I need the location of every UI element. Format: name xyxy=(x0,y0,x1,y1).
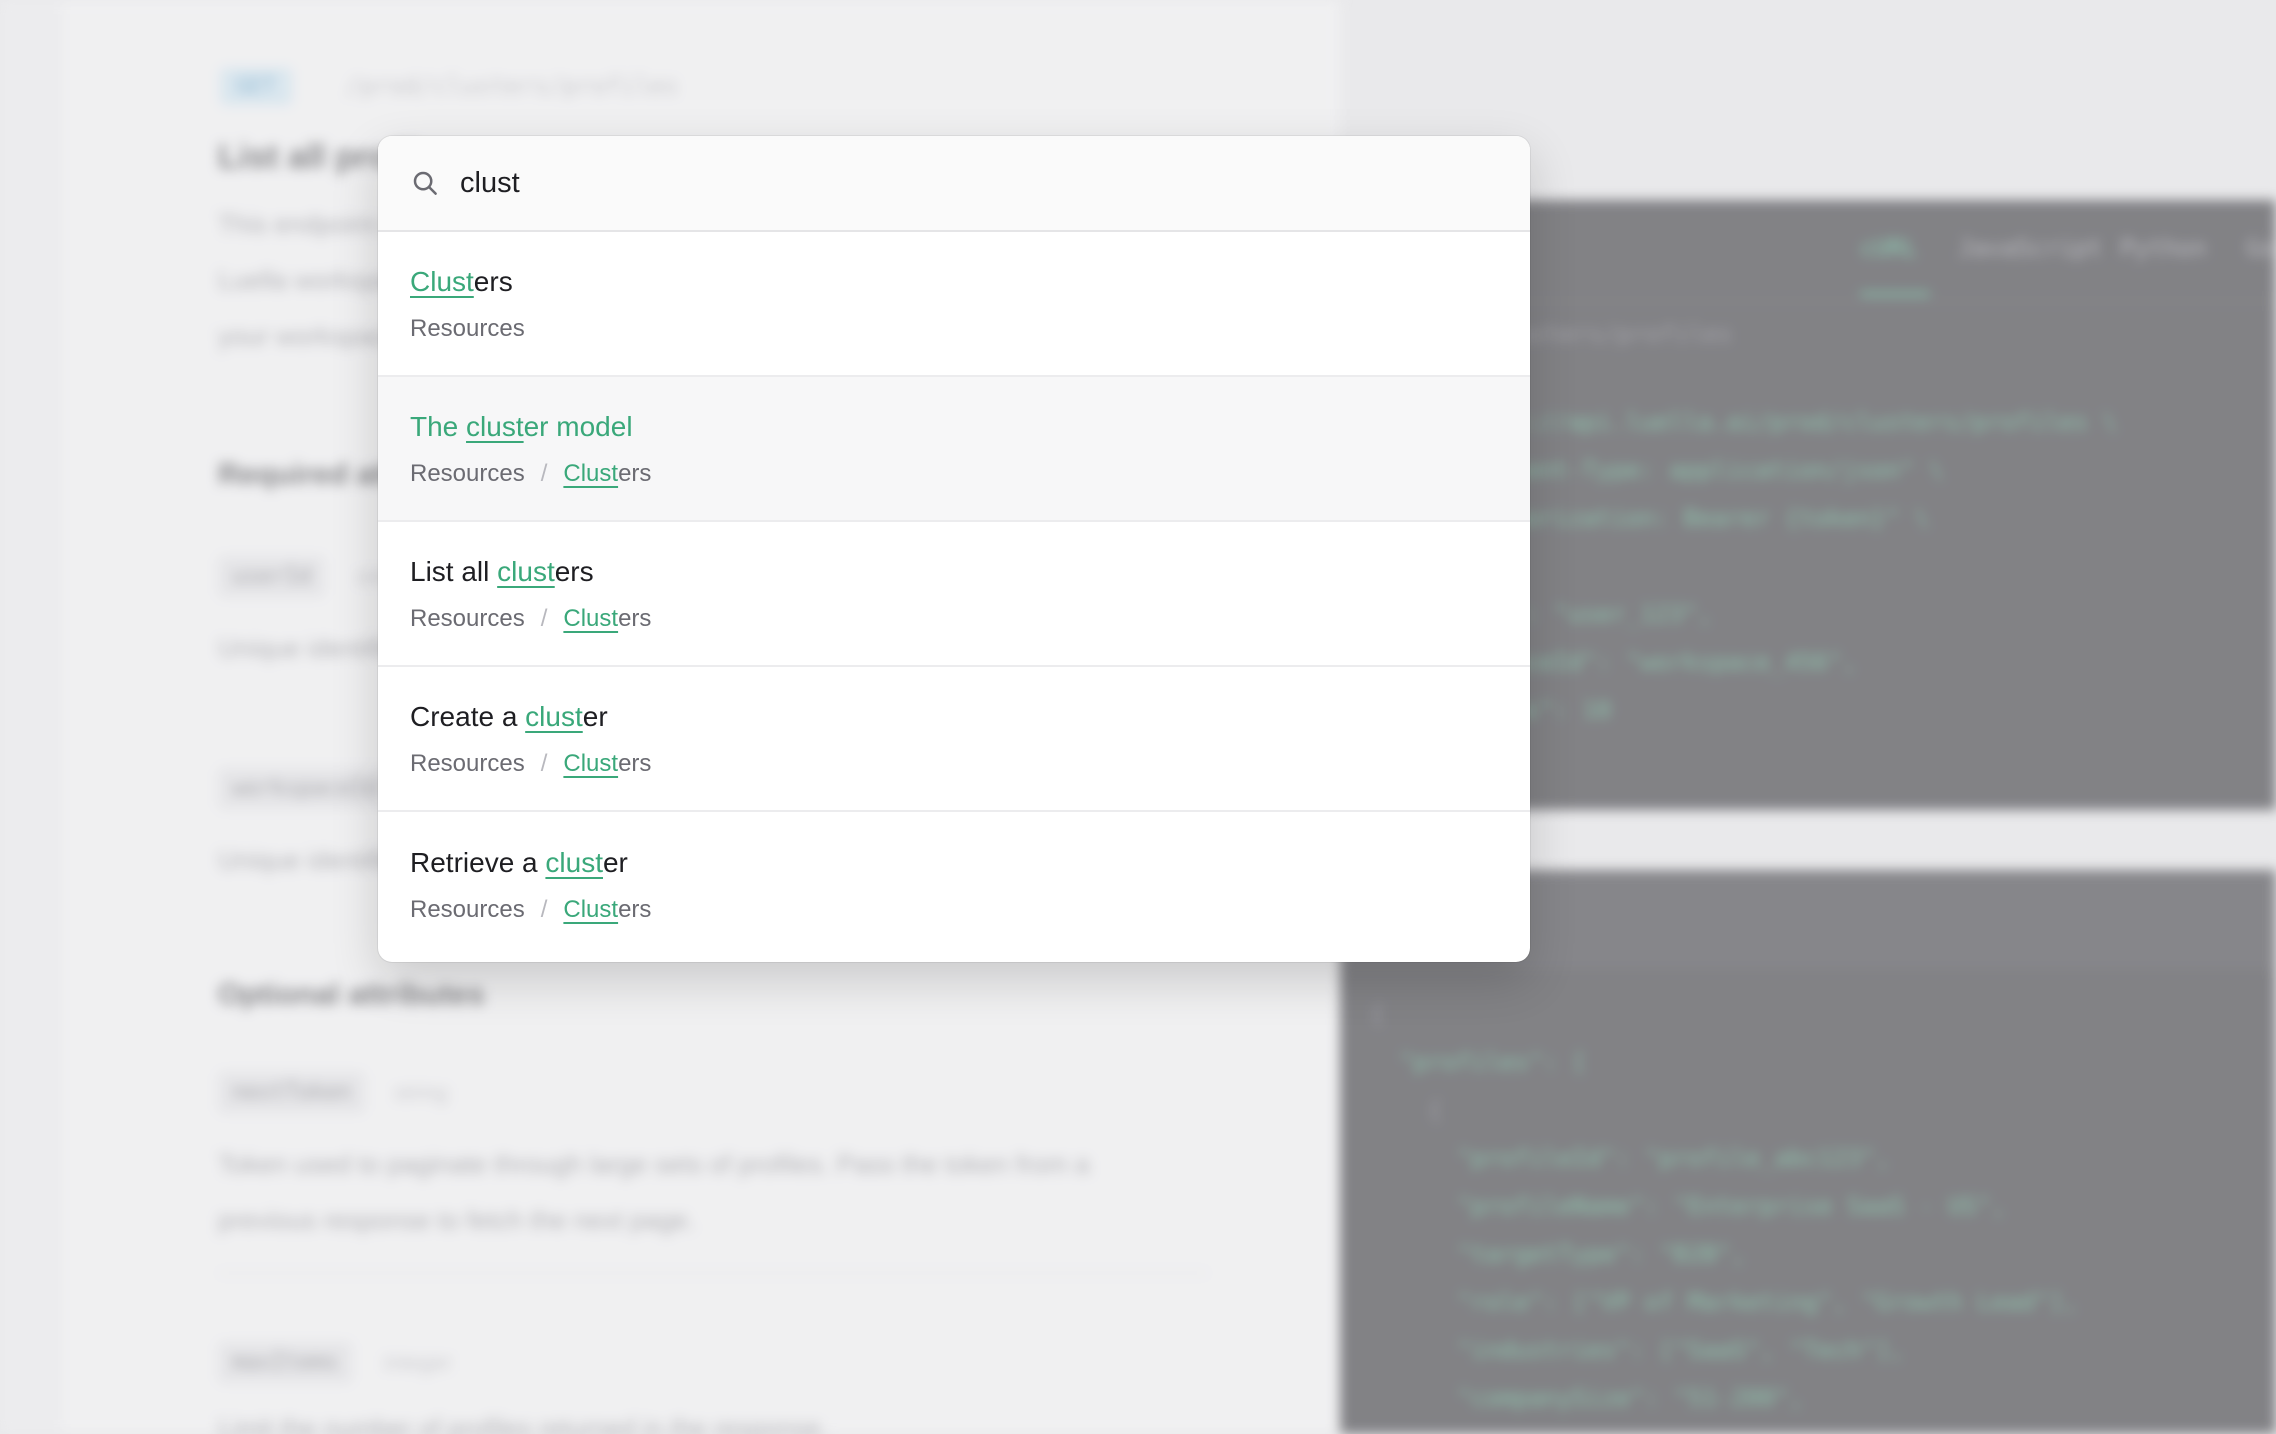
title-text: List all xyxy=(410,555,498,587)
breadcrumb-separator: / xyxy=(540,749,548,777)
result-title: Retrieve a cluster xyxy=(410,845,1498,881)
attr-name: workspaceId xyxy=(218,768,392,809)
match-highlight: clust xyxy=(466,410,524,442)
code-line: "industries": ["SaaS", "Tech"], xyxy=(1370,1336,1905,1364)
breadcrumb-root: Resources xyxy=(410,604,525,632)
search-bar xyxy=(378,136,1530,232)
code-line: "companySize": "51-200", xyxy=(1370,1384,1804,1412)
match-highlight: clust xyxy=(525,700,583,732)
breadcrumb-root: Resources xyxy=(410,896,525,923)
attr-desc: Limit the number of profiles returned in… xyxy=(218,1413,828,1434)
attr-type: integer xyxy=(384,1350,452,1375)
attr-name: maxItems xyxy=(218,1342,352,1383)
result-title: The cluster model xyxy=(410,409,1498,445)
result-title: List all clusters xyxy=(410,554,1498,590)
breadcrumb-root: Resources xyxy=(410,459,525,487)
tab-python[interactable]: Python xyxy=(2120,234,2207,262)
sidebar-rail xyxy=(0,0,62,1434)
attr-type: string xyxy=(394,1080,448,1105)
breadcrumb-separator: / xyxy=(540,604,548,632)
breadcrumb-section: Clusters xyxy=(563,895,651,925)
tab-javascript[interactable]: JavaScript xyxy=(1958,234,2103,262)
breadcrumb-root: Resources xyxy=(410,314,525,342)
title-text: Retrieve a xyxy=(410,847,546,878)
optional-heading: Optional attributes xyxy=(218,978,485,1011)
title-text: er xyxy=(602,847,628,878)
breadcrumb: Resources / Clusters xyxy=(410,895,1498,925)
breadcrumb-root: Resources xyxy=(410,749,525,777)
breadcrumb-separator: / xyxy=(540,896,548,923)
method-badge: GET xyxy=(220,68,292,105)
code-line: "profiles": [ xyxy=(1370,1048,1587,1076)
breadcrumb: Resources xyxy=(410,314,1498,344)
title-text: ers xyxy=(554,555,594,587)
title-text: er model xyxy=(523,410,633,442)
attr-name: userId xyxy=(218,556,326,597)
search-dialog: Clusters Resources The cluster model Res… xyxy=(378,136,1530,962)
breadcrumb-text: ers xyxy=(618,749,652,777)
code-line: "targetType": "B2B", xyxy=(1370,1240,1746,1268)
breadcrumb-text: ers xyxy=(618,896,652,923)
search-result-clusters[interactable]: Clusters Resources xyxy=(378,232,1530,377)
code-line: "role": ["VP of Marketing", "Growth Lead… xyxy=(1370,1288,2079,1316)
search-icon xyxy=(410,168,440,198)
attr-desc: previous response to fetch the next page… xyxy=(218,1205,695,1235)
match-highlight: clust xyxy=(497,555,555,587)
endpoint-path: /prod/clusters/profiles xyxy=(346,72,679,100)
match-highlight: Clust xyxy=(563,604,619,632)
breadcrumb-text: ers xyxy=(618,459,652,487)
search-result-retrieve-cluster[interactable]: Retrieve a cluster Resources / Clusters xyxy=(378,812,1530,958)
title-text: ers xyxy=(473,265,513,297)
search-result-list-clusters[interactable]: List all clusters Resources / Clusters xyxy=(378,522,1530,667)
match-highlight: clust xyxy=(545,847,603,878)
code-line: { xyxy=(1370,1000,1385,1028)
tab-go[interactable]: Go xyxy=(2246,234,2275,262)
breadcrumb: Resources / Clusters xyxy=(410,749,1498,779)
search-result-create-cluster[interactable]: Create a cluster Resources / Clusters xyxy=(378,667,1530,812)
match-highlight: Clust xyxy=(563,459,619,487)
breadcrumb: Resources / Clusters xyxy=(410,459,1498,489)
title-text: Create a xyxy=(410,700,526,732)
breadcrumb-section: Clusters xyxy=(563,749,651,779)
result-title: Create a cluster xyxy=(410,699,1498,735)
search-input[interactable] xyxy=(460,166,1498,200)
attr-name: nextToken xyxy=(218,1072,366,1113)
code-line: { xyxy=(1370,1096,1443,1124)
breadcrumb-text: ers xyxy=(618,604,652,632)
match-highlight: Clust xyxy=(410,265,474,297)
match-highlight: Clust xyxy=(563,896,619,923)
breadcrumb-section: Clusters xyxy=(563,459,651,489)
attr-desc: Token used to paginate through large set… xyxy=(218,1149,1090,1179)
title-text: The xyxy=(410,410,467,442)
search-results: Clusters Resources The cluster model Res… xyxy=(378,232,1530,958)
breadcrumb: Resources / Clusters xyxy=(410,604,1498,634)
code-line: "profileId": "profile_abc123", xyxy=(1370,1144,1891,1172)
match-highlight: Clust xyxy=(563,749,619,777)
search-result-cluster-model[interactable]: The cluster model Resources / Clusters xyxy=(378,377,1530,522)
breadcrumb-section: Clusters xyxy=(563,604,651,634)
divider xyxy=(218,1272,1208,1274)
active-tab-indicator xyxy=(1860,292,1930,296)
title-text: er xyxy=(582,700,608,732)
code-line: "profileName": "Enterprise SaaS - US", xyxy=(1370,1192,2006,1220)
tab-curl[interactable]: cURL xyxy=(1860,234,1918,262)
breadcrumb-separator: / xyxy=(540,459,548,487)
result-title: Clusters xyxy=(410,264,1498,300)
